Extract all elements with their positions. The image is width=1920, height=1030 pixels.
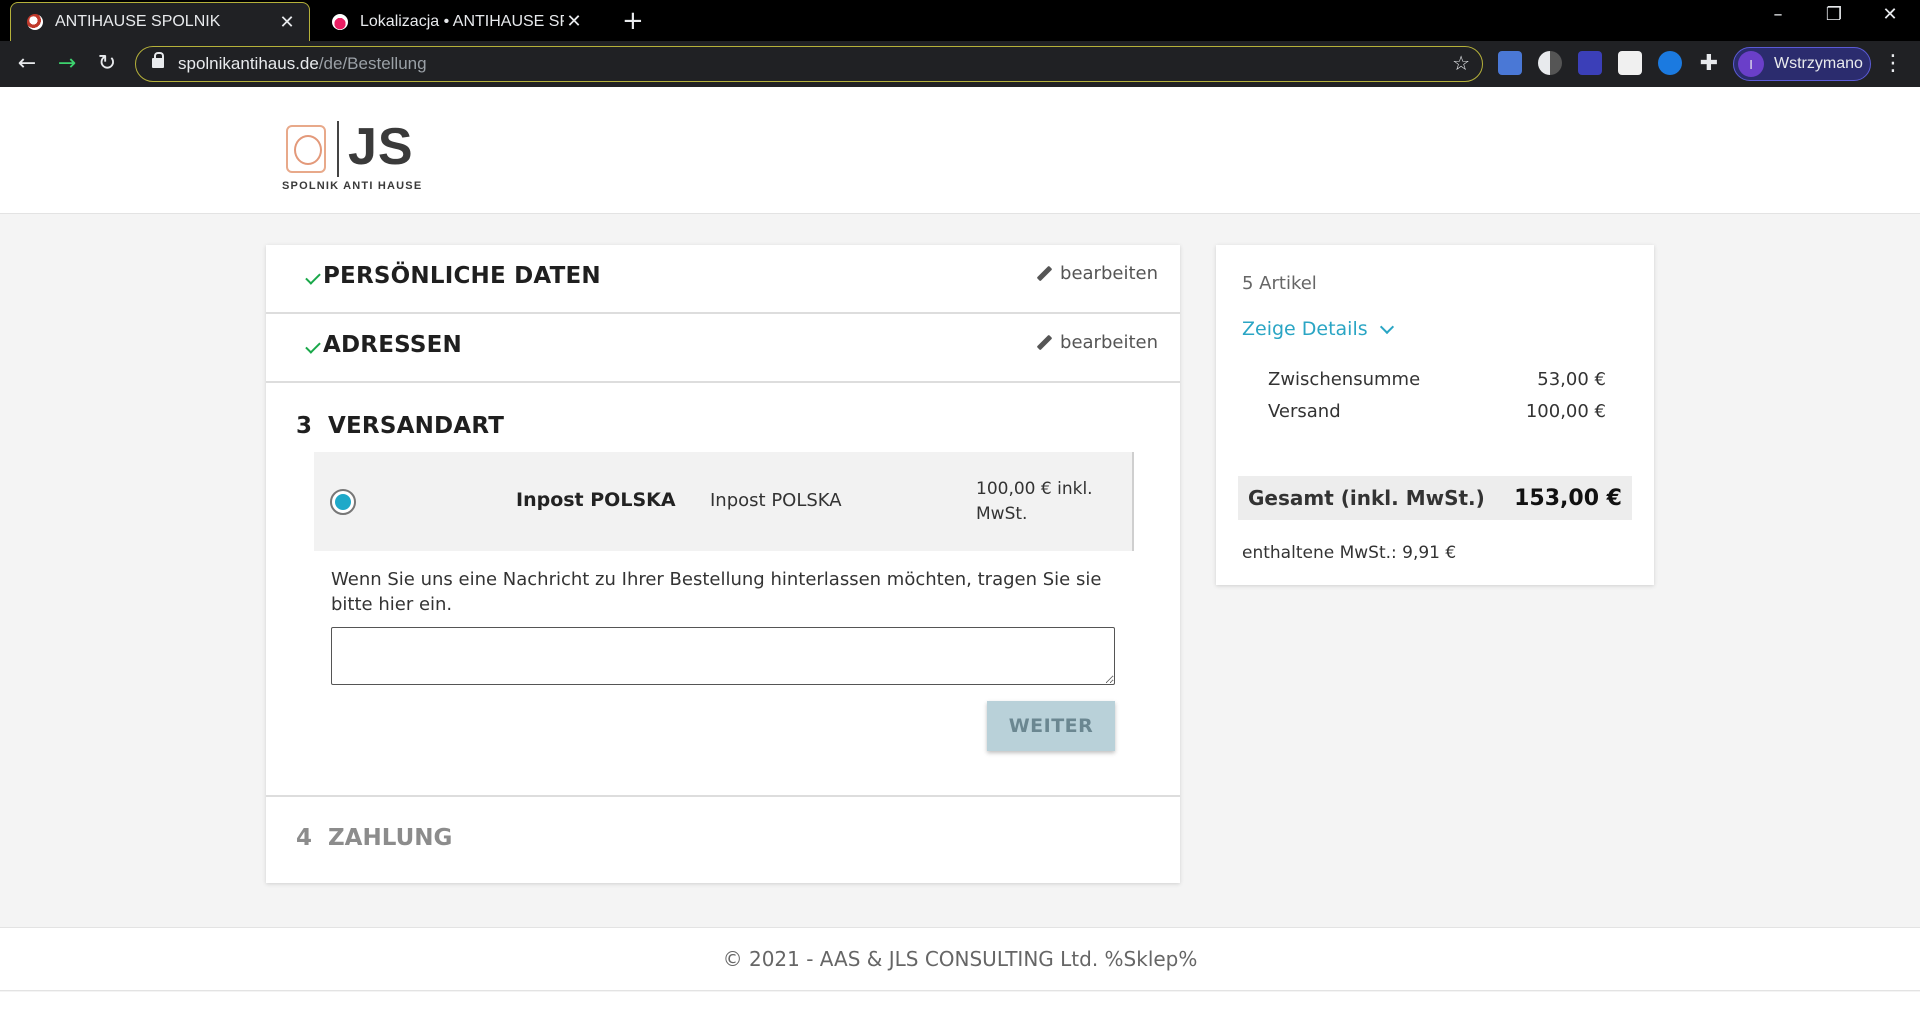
total-label: Gesamt (inkl. MwSt.) [1248, 486, 1485, 510]
pencil-icon [1036, 335, 1052, 351]
checkmark-icon [305, 338, 321, 354]
profile-button[interactable]: I Wstrzymano [1733, 47, 1871, 81]
avatar: I [1738, 51, 1764, 77]
tab-title: ANTIHAUSE SPOLNIK [55, 13, 221, 30]
close-icon[interactable]: ✕ [564, 11, 584, 32]
tab-title: Lokalizacja • ANTIHAUSE SPOLNI [360, 12, 564, 30]
order-message-label: Wenn Sie uns eine Nachricht zu Ihrer Bes… [331, 569, 1102, 615]
site-logo[interactable]: JS SPOLNIK ANTI HAUSE [268, 105, 438, 195]
logo-tagline: SPOLNIK ANTI HAUSE [282, 180, 423, 192]
reload-icon[interactable]: ↻ [94, 51, 120, 77]
chevron-down-icon [1379, 319, 1394, 334]
step-title: VERSANDART [328, 413, 505, 439]
browser-toolbar: ← → ↻ spolnikantihaus.de/de/Bestellung ☆… [0, 41, 1920, 87]
edit-addresses-link[interactable]: bearbeiten [1036, 332, 1158, 353]
checkmark-icon [305, 269, 321, 285]
item-count: 5 Artikel [1242, 273, 1317, 294]
step-title: PERSÖNLICHE DATEN [323, 263, 601, 289]
logo-divider [337, 121, 339, 177]
page-bottom-area [0, 992, 1920, 1030]
edit-personal-data-link[interactable]: bearbeiten [1036, 263, 1158, 284]
pencil-icon [1036, 266, 1052, 282]
shipping-price: 100,00 € inkl. MwSt. [976, 479, 1093, 524]
browser-tabstrip: ANTIHAUSE SPOLNIK ✕ Lokalizacja • ANTIHA… [0, 0, 1920, 41]
translate-extension-icon[interactable] [1498, 51, 1522, 75]
site-favicon-icon [27, 14, 43, 30]
extensions-puzzle-icon[interactable]: ✚ [1696, 51, 1722, 77]
close-icon[interactable]: ✕ [277, 12, 297, 33]
extension-icon[interactable] [1578, 51, 1602, 75]
step-payment: 4 ZAHLUNG [266, 797, 1180, 882]
subtotal-value: 53,00 € [1537, 369, 1606, 390]
copyright-text: © 2021 - AAS & JLS CONSULTING Ltd. %Skle… [722, 947, 1198, 971]
shipping-description: Inpost POLSKA [710, 490, 842, 511]
shipping-name: Inpost POLSKA [516, 489, 676, 511]
order-message-input[interactable] [331, 627, 1115, 685]
dark-mode-extension-icon[interactable] [1538, 51, 1562, 75]
step-personal-data: PERSÖNLICHE DATEN bearbeiten [266, 245, 1180, 314]
lock-icon [152, 52, 166, 70]
step-title: ZAHLUNG [328, 825, 453, 851]
browser-menu-icon[interactable]: ⋮ [1880, 51, 1906, 76]
tab-antihause-spolnik[interactable]: ANTIHAUSE SPOLNIK ✕ [10, 2, 310, 41]
minimize-icon[interactable]: – [1750, 4, 1806, 25]
step-title: ADRESSEN [323, 332, 462, 358]
url-text: spolnikantihaus.de/de/Bestellung [178, 54, 427, 73]
address-bar[interactable]: spolnikantihaus.de/de/Bestellung ☆ [135, 46, 1483, 82]
profile-label: Wstrzymano [1774, 55, 1863, 72]
step-number: 3 [296, 413, 313, 439]
step-number: 4 [296, 825, 313, 851]
site-header: JS SPOLNIK ANTI HAUSE [0, 87, 1920, 214]
total-value: 153,00 € [1514, 485, 1622, 511]
step-shipping-method: 3 VERSANDART Inpost POLSKA Inpost POLSKA… [266, 383, 1180, 797]
step-addresses: ADRESSEN bearbeiten [266, 314, 1180, 383]
forward-arrow-icon[interactable]: → [54, 51, 80, 77]
shipping-label: Versand [1268, 401, 1341, 422]
site-footer: © 2021 - AAS & JLS CONSULTING Ltd. %Skle… [0, 927, 1920, 991]
shipping-value: 100,00 € [1525, 401, 1606, 422]
continue-button[interactable]: WEITER [987, 701, 1115, 751]
new-tab-plus-icon[interactable]: + [622, 6, 644, 36]
shipping-row: Versand 100,00 € [1268, 401, 1606, 422]
page-content: JS SPOLNIK ANTI HAUSE PERSÖNLICHE DATEN … [0, 87, 1920, 1030]
subtotal-label: Zwischensumme [1268, 369, 1421, 390]
subtotal-row: Zwischensumme 53,00 € [1268, 369, 1606, 390]
logo-letters: JS [348, 118, 414, 176]
shipping-radio[interactable] [330, 489, 356, 515]
show-details-toggle[interactable]: Zeige Details [1242, 318, 1394, 340]
verified-extension-icon[interactable] [1658, 51, 1682, 75]
bookmark-star-icon[interactable]: ☆ [1452, 51, 1470, 75]
vat-note: enthaltene MwSt.: 9,91 € [1242, 543, 1457, 563]
close-window-icon[interactable]: ✕ [1862, 4, 1918, 25]
paypal-extension-icon[interactable] [1618, 51, 1642, 75]
checkout-steps: PERSÖNLICHE DATEN bearbeiten ADRESSEN be… [266, 245, 1180, 883]
restore-window-icon[interactable]: ❐ [1806, 4, 1862, 25]
site-favicon-icon [332, 13, 348, 30]
order-summary: 5 Artikel Zeige Details Zwischensumme 53… [1216, 245, 1654, 585]
shipping-option-inpost[interactable]: Inpost POLSKA Inpost POLSKA 100,00 € ink… [314, 452, 1134, 551]
total-row: Gesamt (inkl. MwSt.) 153,00 € [1238, 476, 1632, 520]
back-arrow-icon[interactable]: ← [14, 51, 40, 77]
tab-lokalizacja[interactable]: Lokalizacja • ANTIHAUSE SPOLNI ✕ [316, 2, 596, 41]
logo-mark-icon [286, 125, 326, 173]
